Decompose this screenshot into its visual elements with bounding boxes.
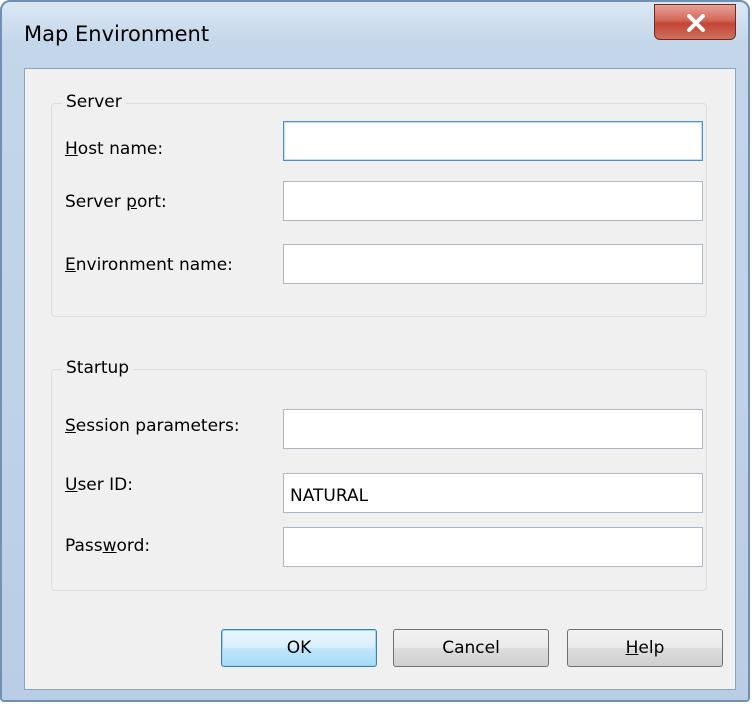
ok-button[interactable]: OK	[221, 629, 377, 667]
user-id-label: User ID:	[65, 475, 133, 495]
session-parameters-input[interactable]	[283, 409, 703, 449]
startup-group-legend: Startup	[62, 358, 134, 378]
environment-name-label: Environment name:	[65, 255, 233, 275]
window-title: Map Environment	[24, 22, 210, 46]
cancel-button[interactable]: Cancel	[393, 629, 549, 667]
server-group-legend: Server	[62, 92, 126, 112]
server-port-input[interactable]	[283, 181, 703, 221]
dialog-client-area: Server Host name: Server port: Environme…	[24, 68, 736, 690]
host-name-label: Host name:	[65, 139, 164, 159]
title-bar[interactable]: Map Environment	[2, 2, 748, 72]
server-port-label: Server port:	[65, 192, 167, 212]
host-name-input[interactable]	[283, 121, 703, 161]
close-button[interactable]	[654, 4, 736, 40]
help-button[interactable]: Help	[567, 629, 723, 667]
dialog-window: Map Environment Server Host name: Server…	[0, 0, 750, 702]
user-id-input[interactable]	[283, 473, 703, 513]
close-icon	[687, 14, 705, 32]
session-parameters-label: Session parameters:	[65, 416, 240, 436]
environment-name-input[interactable]	[283, 244, 703, 284]
password-input[interactable]	[283, 527, 703, 567]
password-label: Password:	[65, 536, 151, 556]
